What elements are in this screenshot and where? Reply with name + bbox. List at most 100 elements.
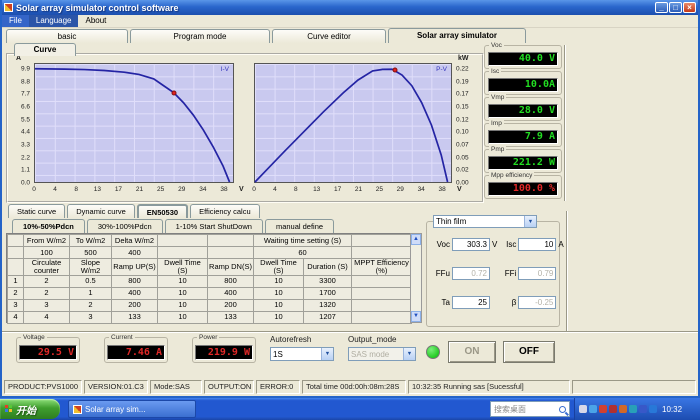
table-cell[interactable]: 200 — [111, 298, 158, 312]
scroll-down-icon[interactable]: ▼ — [411, 311, 421, 322]
pv-mpp-marker[interactable] — [392, 67, 398, 73]
param-input[interactable]: 303.3 — [452, 238, 490, 251]
menu-language[interactable]: Language — [28, 15, 79, 27]
autorefresh-select[interactable]: 1S ▼ — [270, 347, 334, 361]
measurement-label: Isc — [489, 68, 502, 75]
param-input[interactable]: 25 — [452, 296, 490, 309]
table-cell[interactable]: 10 — [157, 298, 208, 312]
pv-corner-label: P-V — [436, 66, 447, 73]
on-button[interactable]: ON — [448, 341, 496, 363]
taskbar-task-button[interactable]: Solar array sim... — [68, 400, 196, 418]
menu-file[interactable]: File — [2, 15, 29, 27]
tray-icon[interactable] — [639, 405, 647, 413]
param-input[interactable]: 10 — [518, 238, 557, 251]
search-icon[interactable] — [559, 405, 566, 413]
tab-curve[interactable]: Curve — [14, 43, 76, 56]
output-mode-select[interactable]: SAS mode ▼ — [348, 347, 416, 361]
table-cell[interactable]: 1320 — [303, 298, 352, 312]
en50530-sub-tab[interactable]: 30%-100%Pdcn — [86, 219, 163, 233]
table-cell[interactable]: 10 — [253, 310, 304, 324]
table-cell[interactable]: 400 — [207, 286, 254, 300]
measurement-group: Vmp 28.0 V — [484, 94, 562, 121]
close-icon[interactable]: × — [683, 2, 696, 13]
scroll-up-icon[interactable]: ▲ — [411, 234, 421, 245]
table-cell[interactable]: 3 — [69, 310, 112, 324]
table-cell[interactable] — [351, 286, 412, 300]
table-cell[interactable]: 800 — [207, 274, 254, 288]
param-unit: A — [558, 240, 564, 249]
table-cell[interactable]: 3300 — [303, 274, 352, 288]
chevron-down-icon[interactable]: ▼ — [524, 216, 536, 227]
en50530-sub-tab[interactable]: manual define — [264, 219, 335, 233]
tray-icon[interactable] — [589, 405, 597, 413]
tray-icon[interactable] — [609, 405, 617, 413]
measurement-group: Voc 40.0 V — [484, 42, 562, 69]
tab-program-mode[interactable]: Program mode — [130, 29, 270, 43]
curve-mode-tab[interactable]: Static curve — [8, 204, 66, 218]
table-cell[interactable]: 0.5 — [69, 274, 112, 288]
measurement-value: 100.0 % — [488, 182, 558, 196]
tray-icon[interactable] — [629, 405, 637, 413]
table-cell[interactable]: 800 — [111, 274, 158, 288]
table-cell[interactable]: 1 — [7, 274, 24, 288]
table-cell[interactable]: 1207 — [303, 310, 352, 324]
table-cell[interactable]: 200 — [207, 298, 254, 312]
tray-icon[interactable] — [649, 405, 657, 413]
table-cell[interactable]: 4 — [23, 310, 70, 324]
table-cell[interactable]: 2 — [69, 298, 112, 312]
table-cell[interactable]: 10 — [157, 274, 208, 288]
table-header-row: 100 500 400 60 — [7, 246, 412, 259]
table-cell[interactable]: 3 — [7, 298, 24, 312]
menu-about[interactable]: About — [78, 15, 113, 27]
en50530-sub-tab[interactable]: 1-10% Start ShutDown — [164, 219, 263, 233]
taskbar-clock: 10:32 — [662, 404, 683, 414]
table-cell[interactable]: 10 — [253, 286, 304, 300]
param-input: -0.25 — [518, 296, 557, 309]
tray-icon[interactable] — [579, 405, 587, 413]
status-segment: ERROR:0 — [256, 380, 300, 394]
table-cell[interactable] — [351, 274, 412, 288]
table-cell[interactable]: 10 — [157, 286, 208, 300]
x-tick-label: 25 — [375, 186, 384, 193]
param-label: Voc — [436, 240, 450, 249]
start-button[interactable]: 开始 — [0, 399, 60, 419]
table-cell[interactable]: 10 — [253, 274, 304, 288]
table-cell[interactable]: 3 — [23, 298, 70, 312]
meter-value: 29.5 V — [19, 345, 77, 360]
table-cell[interactable]: 400 — [111, 286, 158, 300]
table-cell[interactable]: 2 — [23, 286, 70, 300]
table-cell[interactable]: 1 — [69, 286, 112, 300]
table-cell[interactable]: 133 — [111, 310, 158, 324]
curve-mode-tab[interactable]: Efficiency calcu — [190, 204, 260, 218]
maximize-icon[interactable]: □ — [669, 2, 682, 13]
table-cell[interactable] — [351, 310, 412, 324]
tray-icon[interactable] — [619, 405, 627, 413]
tab-solar-array-simulator[interactable]: Solar array simulator — [388, 28, 526, 43]
table-cell[interactable]: 10 — [157, 310, 208, 324]
measurement-group: Imp 7.9 A — [484, 120, 562, 147]
minimize-icon[interactable]: _ — [655, 2, 668, 13]
table-cell — [207, 234, 254, 247]
en50530-sub-tab[interactable]: 10%-50%Pdcn — [12, 219, 85, 233]
table-cell[interactable]: 1700 — [303, 286, 352, 300]
parameter-panel: Thin film ▼ Voc 303.3 V Isc 10 A FFu 0.72 FFi 0.7… — [426, 215, 564, 327]
table-cell[interactable] — [351, 298, 412, 312]
table-cell[interactable]: 133 — [207, 310, 254, 324]
curve-mode-tab[interactable]: Dynamic curve — [67, 204, 135, 218]
x-tick-label: 21 — [354, 186, 363, 193]
table-cell[interactable]: 2 — [7, 286, 24, 300]
table-cell[interactable]: 10 — [253, 298, 304, 312]
param-field: β -0.25 — [499, 296, 563, 309]
table-cell[interactable]: 2 — [23, 274, 70, 288]
table-scrollbar[interactable]: ▲ ▼ — [410, 233, 422, 323]
curve-mode-tab[interactable]: EN50530 — [136, 204, 189, 218]
table-cell[interactable]: 4 — [7, 310, 24, 324]
preset-select[interactable]: Thin film ▼ — [433, 215, 537, 228]
chevron-down-icon[interactable]: ▼ — [321, 348, 333, 360]
off-button[interactable]: OFF — [503, 341, 555, 363]
desktop-search-input[interactable]: 搜索桌面 — [490, 401, 570, 417]
tray-icon[interactable] — [599, 405, 607, 413]
title-bar: Solar array simulator control software _… — [2, 0, 698, 15]
tab-curve-editor[interactable]: Curve editor — [272, 29, 386, 43]
tab-basic[interactable]: basic — [6, 29, 128, 43]
